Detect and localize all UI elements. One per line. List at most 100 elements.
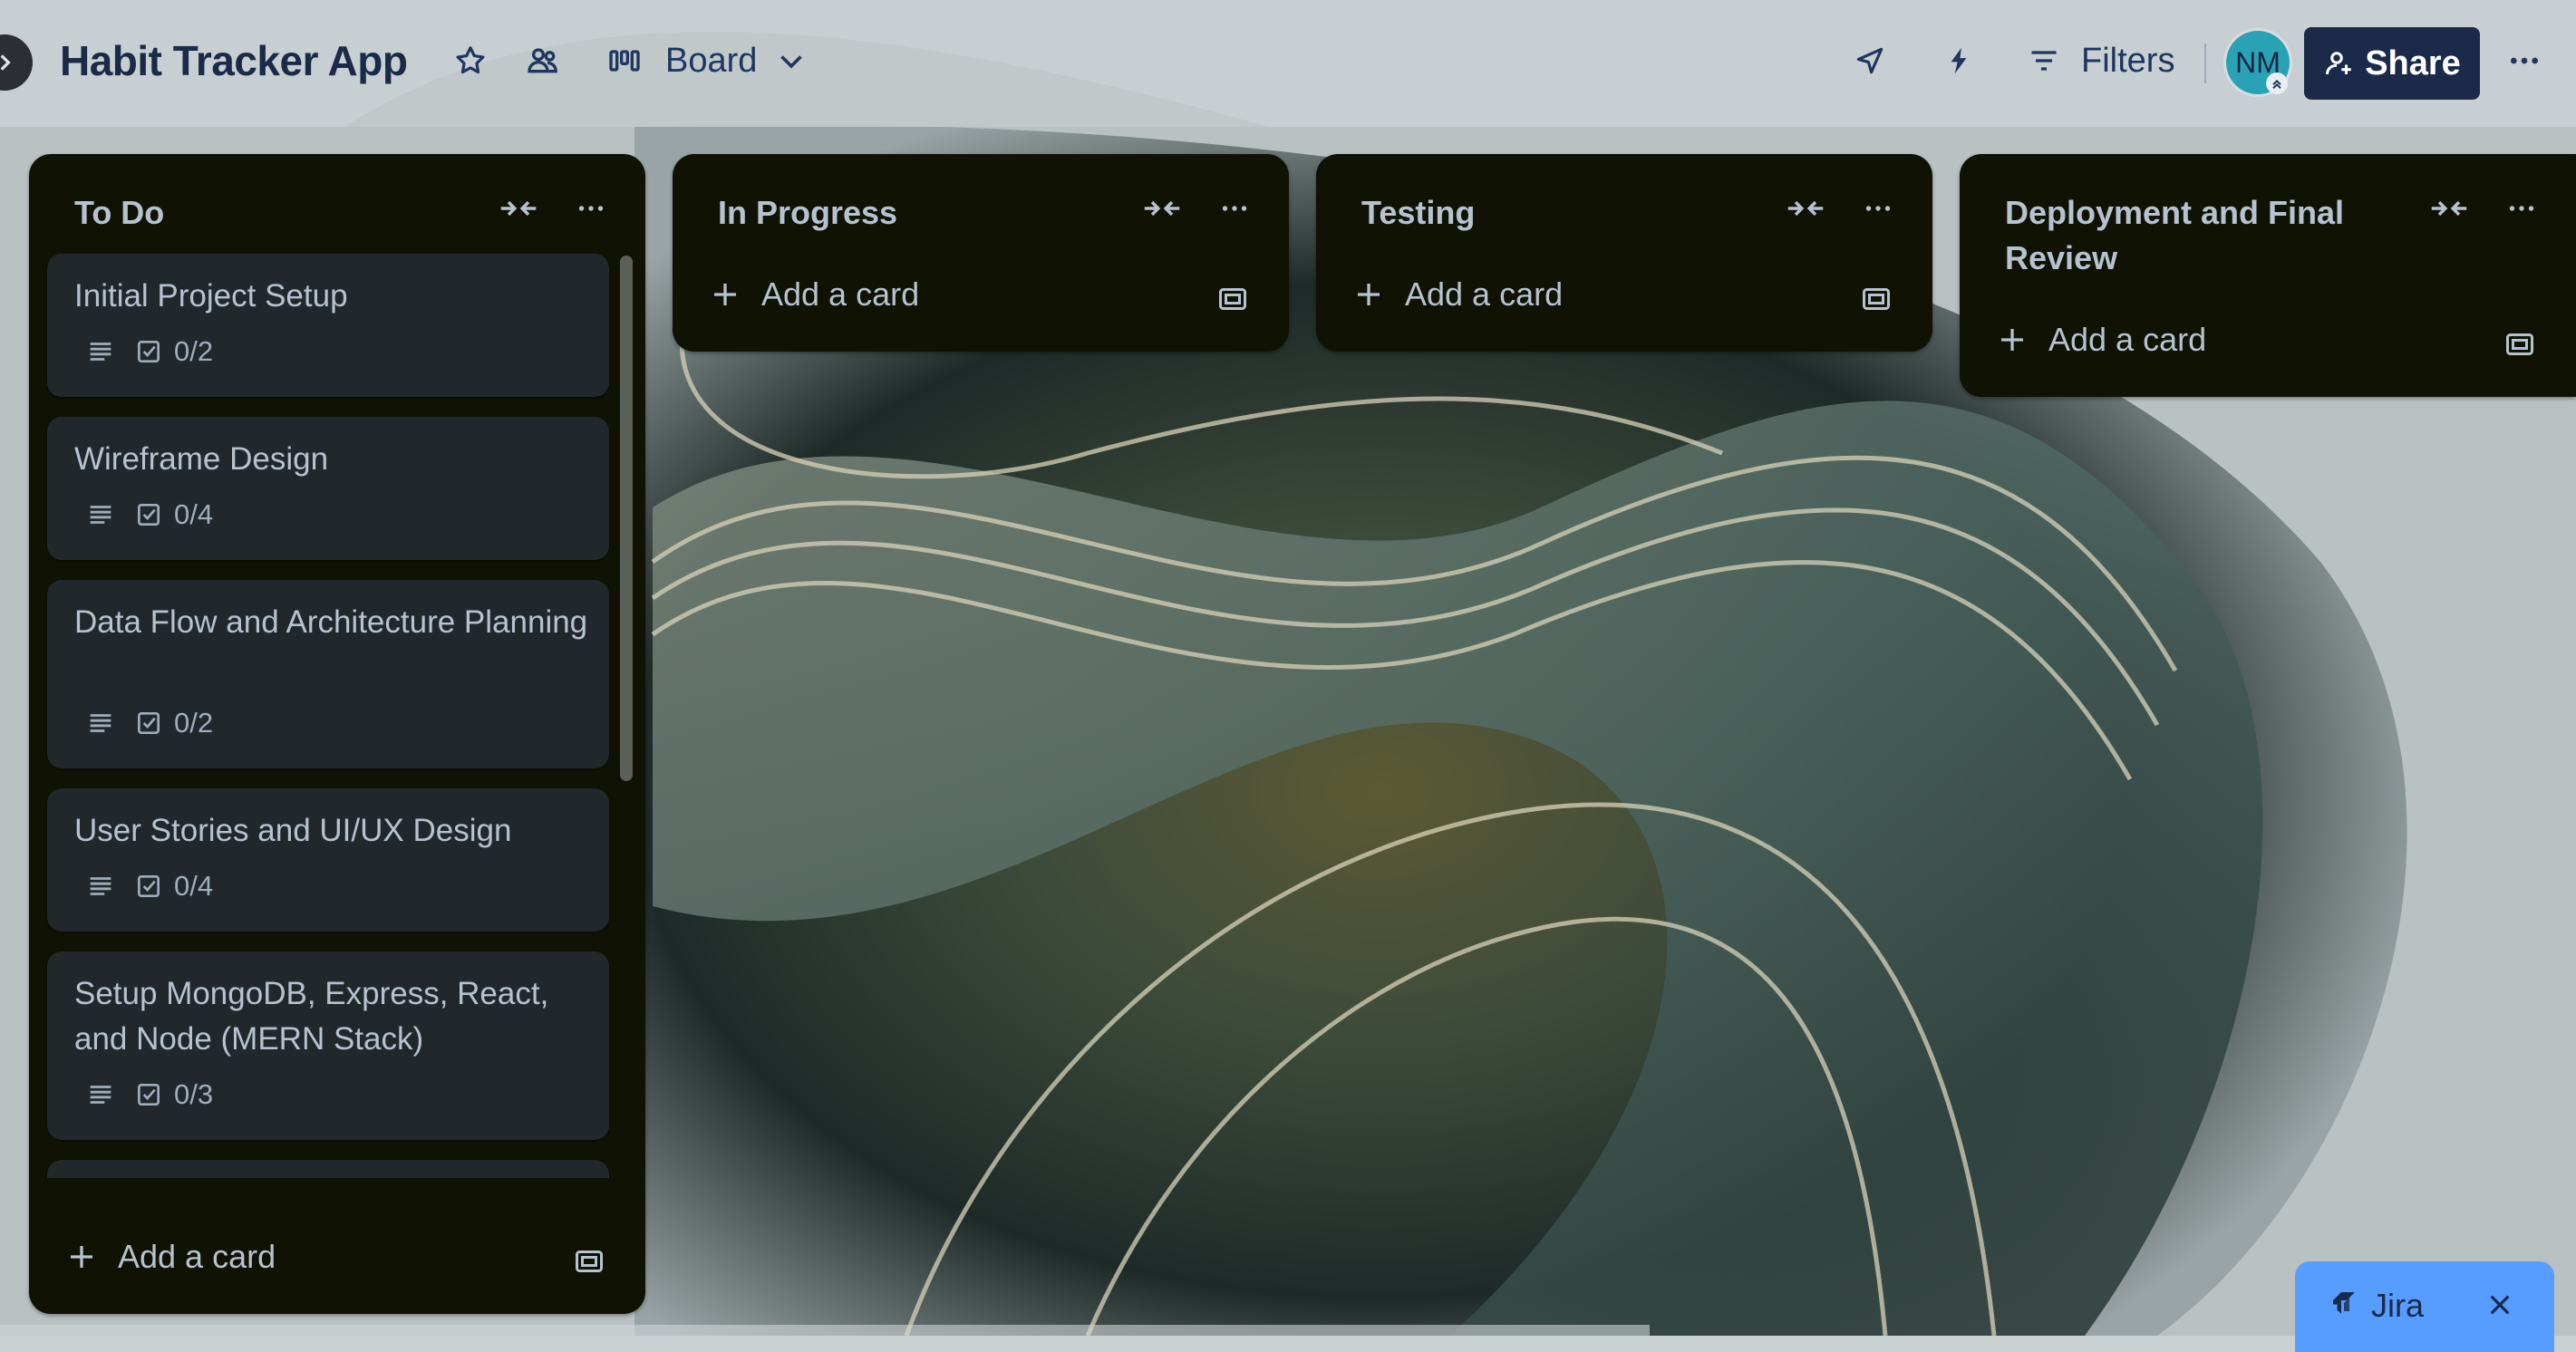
list-title[interactable]: To Do (74, 190, 164, 236)
list-title[interactable]: Testing (1361, 190, 1475, 236)
list-testing: Testing Add a card (1316, 154, 1932, 352)
card-title: Setup MongoDB, Express, React, and Node … (74, 976, 549, 1057)
card-title: Implement Base Code Structure (74, 1171, 591, 1178)
list-in-progress: In Progress Add a card (673, 154, 1289, 352)
card-data-flow-planning[interactable]: Data Flow and Architecture Planning 0/2 (47, 580, 609, 768)
view-switcher-dropdown[interactable] (770, 40, 812, 82)
card-base-code-structure[interactable]: Implement Base Code Structure (47, 1160, 609, 1178)
description-icon (90, 343, 111, 361)
checklist-icon (138, 1084, 160, 1106)
sidebar-toggle-button[interactable] (0, 34, 33, 91)
list-menu-button[interactable] (2500, 187, 2543, 230)
description-icon (90, 1086, 111, 1104)
add-card-button[interactable]: Add a card (1352, 275, 1563, 314)
card-badges: 0/3 (85, 1078, 213, 1111)
checklist-icon (138, 875, 160, 897)
card-title: User Stories and UI/UX Design (74, 813, 512, 848)
card-wireframe-design[interactable]: Wireframe Design 0/4 (47, 417, 609, 560)
rocket-icon (1856, 47, 1884, 74)
template-icon (2506, 333, 2533, 355)
more-horizontal-icon (2511, 57, 2538, 64)
template-icon (576, 1251, 603, 1272)
checklist-count: 0/2 (174, 335, 214, 367)
jira-widget[interactable]: Jira (2295, 1261, 2554, 1352)
filters-label[interactable]: Filters (2081, 42, 2174, 81)
visibility-button[interactable] (522, 40, 564, 82)
star-icon (456, 46, 485, 74)
checklist-icon (138, 504, 160, 526)
add-card-label: Add a card (1405, 275, 1564, 313)
card-badges: 0/4 (85, 498, 213, 531)
plus-icon (71, 1246, 92, 1268)
collapse-list-button[interactable] (497, 187, 540, 230)
board-menu-button[interactable] (2503, 40, 2545, 82)
board-icon (609, 50, 640, 72)
board-header: Habit Tracker App Board Filters NM Share (0, 0, 2576, 127)
lightning-icon (1951, 47, 1967, 74)
checklist-count: 0/4 (174, 498, 214, 530)
list-menu-button[interactable] (1213, 187, 1256, 230)
card-setup-mern-stack[interactable]: Setup MongoDB, Express, React, and Node … (47, 951, 609, 1140)
star-button[interactable] (450, 40, 491, 82)
card-badges: 0/2 (85, 707, 213, 739)
workspace-visibility-icon (528, 48, 557, 73)
add-card-label: Add a card (118, 1238, 276, 1275)
share-label: Share (2365, 43, 2461, 82)
collapse-list-button[interactable] (1784, 187, 1827, 230)
card-initial-project-setup[interactable]: Initial Project Setup 0/2 (47, 254, 609, 397)
list-to-do: To Do Initial Project Setup 0/2 Wirefram… (29, 154, 645, 1314)
card-title: Data Flow and Architecture Planning (74, 604, 588, 640)
board-view-icon[interactable] (604, 40, 645, 82)
jira-label: Jira (2371, 1287, 2425, 1324)
add-card-button[interactable]: Add a card (65, 1238, 276, 1276)
more-horizontal-icon (1222, 206, 1247, 211)
collapse-list-button[interactable] (2427, 187, 2471, 230)
collapse-icon (500, 200, 537, 217)
collapse-icon (1144, 200, 1180, 217)
automation-button[interactable] (1938, 40, 1980, 82)
add-card-button[interactable]: Add a card (709, 275, 919, 314)
template-icon (1863, 288, 1890, 310)
collapse-icon (1787, 200, 1824, 217)
create-from-template-button[interactable] (1855, 277, 1898, 321)
plus-icon (714, 284, 736, 305)
list-menu-button[interactable] (1856, 187, 1900, 230)
horizontal-scrollbar[interactable] (0, 1325, 1650, 1336)
add-card-label: Add a card (2048, 321, 2207, 358)
power-ups-button[interactable] (1849, 40, 1891, 82)
create-from-template-button[interactable] (567, 1240, 611, 1283)
create-from-template-button[interactable] (2498, 323, 2542, 366)
description-icon (90, 714, 111, 732)
more-horizontal-icon (578, 206, 604, 211)
create-from-template-button[interactable] (1211, 277, 1254, 321)
board-title[interactable]: Habit Tracker App (60, 36, 408, 85)
filter-icon (2031, 51, 2057, 71)
chevron-right-icon (0, 54, 11, 71)
close-icon[interactable] (2485, 1290, 2514, 1319)
header-divider (2204, 43, 2206, 83)
view-switcher-label[interactable]: Board (665, 42, 757, 81)
collapse-list-button[interactable] (1140, 187, 1184, 230)
more-horizontal-icon (1865, 206, 1891, 211)
description-icon (90, 506, 111, 524)
card-user-stories[interactable]: User Stories and UI/UX Design 0/4 (47, 788, 609, 932)
list-scrollbar[interactable] (620, 256, 633, 781)
checklist-count: 0/3 (174, 1078, 214, 1110)
card-badges: 0/4 (85, 870, 213, 903)
add-card-button[interactable]: Add a card (1996, 321, 2206, 359)
card-badges: 0/2 (85, 335, 213, 368)
chevron-down-icon (780, 55, 802, 69)
admin-badge-icon (2266, 72, 2288, 94)
collapse-icon (2431, 200, 2467, 217)
list-title[interactable]: In Progress (718, 190, 897, 236)
card-title: Wireframe Design (74, 441, 329, 477)
add-member-icon (2326, 52, 2351, 75)
list-menu-button[interactable] (569, 187, 613, 230)
share-button[interactable]: Share (2304, 27, 2480, 100)
card-list: Initial Project Setup 0/2 Wireframe Desi… (29, 254, 645, 1178)
filter-button[interactable] (2023, 40, 2065, 82)
add-card-label: Add a card (761, 275, 920, 313)
checklist-count: 0/4 (174, 870, 214, 902)
list-title[interactable]: Deployment and Final Review (2005, 190, 2404, 281)
description-icon (90, 877, 111, 895)
